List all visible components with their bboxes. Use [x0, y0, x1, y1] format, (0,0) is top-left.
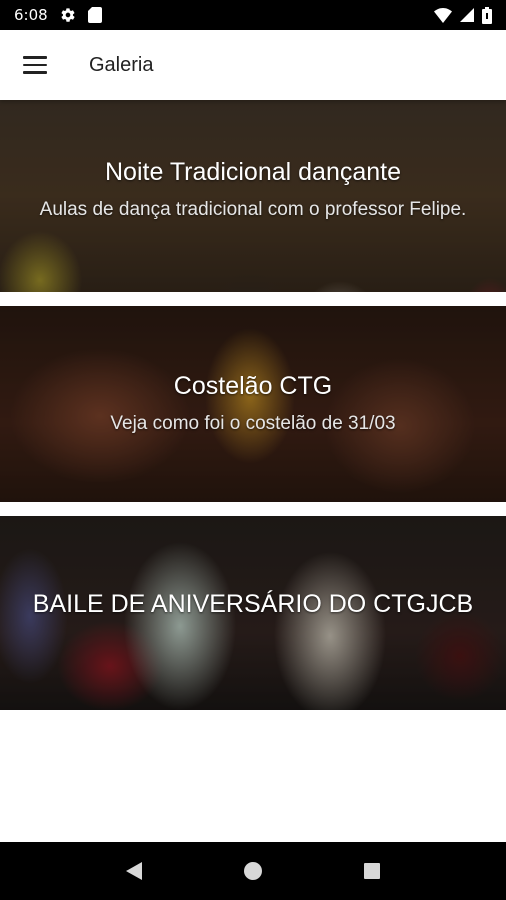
card-subtitle: Veja como foi o costelão de 31/03 — [110, 413, 396, 434]
navigation-bar — [0, 842, 506, 900]
status-notification-icons — [60, 7, 102, 23]
signal-icon — [460, 8, 474, 22]
card-title: Costelão CTG — [173, 372, 333, 400]
gallery-card-baile-aniversario[interactable]: BAILE DE ANIVERSÁRIO DO CTGJCB — [0, 516, 506, 710]
back-icon — [126, 862, 143, 880]
gear-icon — [61, 8, 75, 22]
status-bar: 6:08 — [0, 0, 506, 30]
gallery-card-costelao[interactable]: Costelão CTG Veja como foi o costelão de… — [0, 306, 506, 502]
recents-icon — [363, 863, 380, 879]
home-icon — [243, 862, 262, 880]
status-system-icons — [434, 6, 492, 24]
recents-button[interactable] — [348, 847, 396, 895]
card-title: Noite Tradicional dançante — [104, 158, 402, 186]
card-title: BAILE DE ANIVERSÁRIO DO CTGJCB — [32, 590, 474, 618]
menu-button[interactable] — [0, 30, 72, 100]
hamburger-menu-icon — [23, 56, 47, 74]
sd-card-icon — [87, 7, 102, 23]
back-button[interactable] — [110, 847, 158, 895]
home-button[interactable] — [229, 847, 277, 895]
app-bar: Galeria — [0, 30, 506, 100]
wifi-icon — [434, 7, 452, 23]
battery-icon — [482, 6, 492, 24]
page-title: Galeria — [89, 53, 154, 76]
card-subtitle: Aulas de dança tradicional com o profess… — [39, 199, 467, 220]
gallery-card-noite-tradicional[interactable]: Noite Tradicional dançante Aulas de danç… — [0, 100, 506, 292]
status-time: 6:08 — [14, 6, 48, 24]
